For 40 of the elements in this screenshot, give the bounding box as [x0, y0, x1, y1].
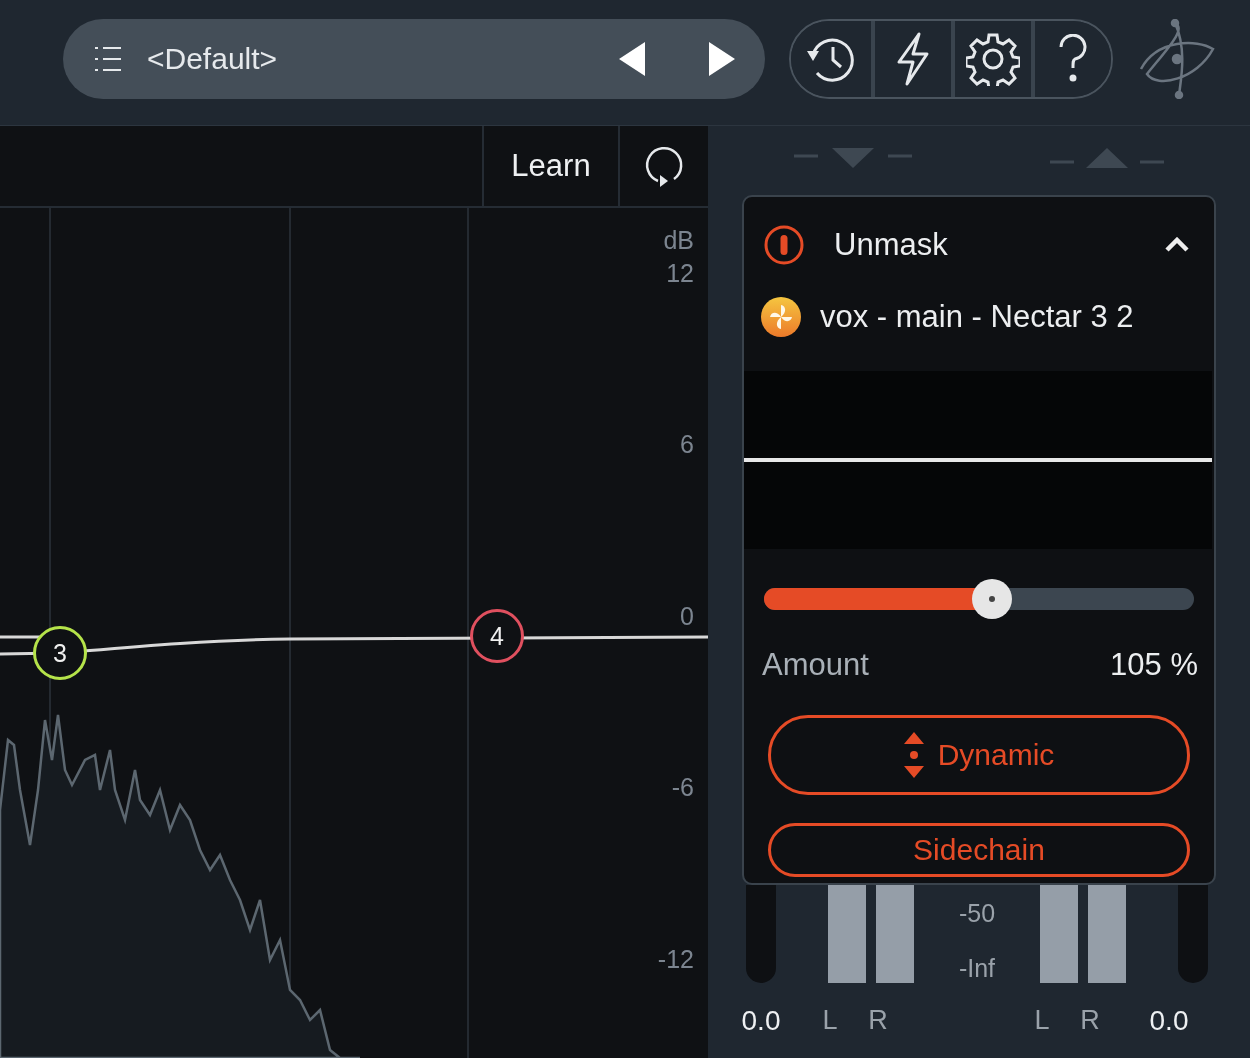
amount-label: Amount	[762, 647, 869, 684]
db-label: -12	[657, 944, 694, 974]
channel-label: R	[1079, 1005, 1101, 1037]
logo-icon	[1137, 18, 1217, 99]
channel-label: R	[867, 1005, 889, 1037]
slider-thumb[interactable]	[971, 579, 1012, 620]
power-icon[interactable]	[764, 225, 804, 266]
lightning-icon	[895, 31, 931, 86]
module-title: Unmask	[834, 227, 949, 264]
plugin-icon	[760, 296, 802, 339]
db-label: 12	[666, 258, 694, 288]
previous-icon[interactable]	[619, 41, 645, 76]
settings-icon	[966, 31, 1020, 86]
meter-scale-label: -Inf	[958, 954, 996, 984]
help-icon	[1058, 33, 1088, 84]
db-label: 0	[680, 601, 694, 631]
chevron-icon[interactable]	[1164, 237, 1190, 254]
help-button[interactable]	[1031, 20, 1111, 97]
dynamic-button[interactable]: Dynamic	[768, 715, 1190, 796]
up-triangle-icon	[1050, 148, 1164, 170]
peak-value: 0.0	[1148, 1004, 1190, 1037]
db-label: dB	[663, 225, 694, 255]
meter-scale-label: -50	[958, 899, 996, 929]
channel-label: L	[821, 1005, 839, 1037]
up-down-icon	[903, 732, 924, 779]
next-icon[interactable]	[709, 41, 735, 76]
source-name: vox - main - Nectar 3 2	[820, 299, 1134, 336]
peak-value: 0.0	[740, 1004, 782, 1037]
eq-node[interactable]: 3	[33, 626, 87, 680]
reset-icon	[644, 145, 684, 187]
db-label: -6	[671, 772, 694, 802]
channel-label: L	[1033, 1005, 1051, 1037]
amount-value: 105 %	[1110, 647, 1198, 684]
sidechain-button[interactable]: Sidechain	[768, 823, 1190, 878]
list-icon[interactable]	[93, 44, 123, 73]
down-triangle-icon	[794, 148, 912, 170]
eq-node[interactable]: 4	[470, 609, 524, 663]
amount-slider[interactable]	[764, 579, 1194, 620]
preset-name[interactable]: <Default>	[147, 41, 595, 76]
db-label: 6	[680, 429, 694, 459]
